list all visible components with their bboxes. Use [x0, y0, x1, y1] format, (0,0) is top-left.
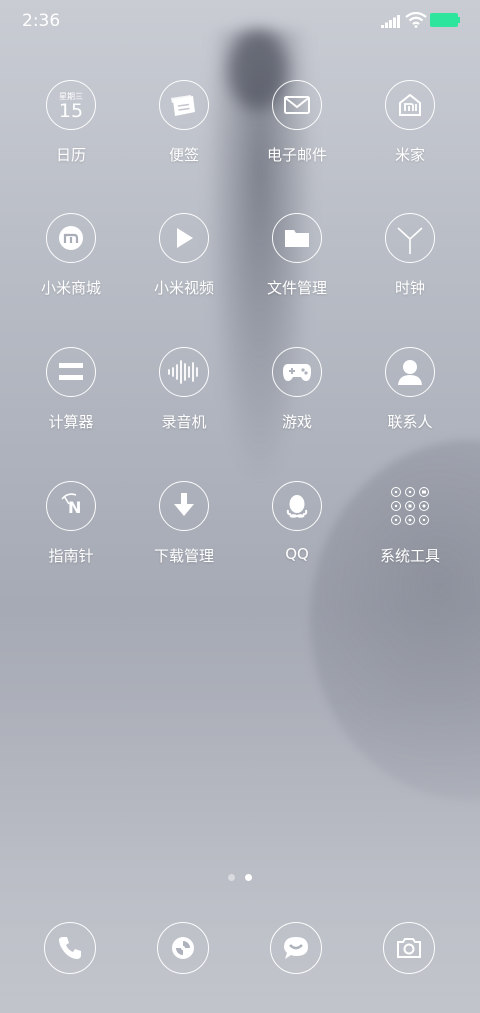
dock-phone[interactable] [15, 922, 125, 974]
app-calculator[interactable]: 计算器 [16, 347, 126, 432]
app-compass[interactable]: N 指南针 [16, 481, 126, 566]
app-recorder[interactable]: 录音机 [129, 347, 239, 432]
dock-browser[interactable] [128, 922, 238, 974]
app-downloads[interactable]: 下载管理 [129, 481, 239, 566]
app-label: 米家 [394, 146, 425, 164]
phone-icon [44, 922, 96, 974]
video-play-icon [159, 213, 209, 263]
status-time: 2:36 [22, 11, 61, 31]
dock-camera[interactable] [354, 922, 464, 974]
gamepad-icon [272, 347, 322, 397]
app-label: 系统工具 [379, 547, 440, 565]
calendar-icon: 星期三 15 [46, 80, 96, 130]
calculator-icon [46, 347, 96, 397]
app-label: 日历 [55, 146, 86, 164]
folder-grid-icon [385, 481, 435, 531]
page-dot-1[interactable] [228, 874, 235, 881]
app-label: 文件管理 [266, 279, 327, 297]
app-label: 时钟 [394, 279, 425, 297]
messages-icon [270, 922, 322, 974]
camera-icon [383, 922, 435, 974]
wifi-icon [405, 12, 427, 28]
app-file-manager[interactable]: 文件管理 [242, 213, 352, 298]
page-dot-2-active[interactable] [245, 874, 252, 881]
dock-messages[interactable] [241, 922, 351, 974]
app-label: 电子邮件 [266, 146, 327, 164]
compass-letter: N [68, 498, 82, 517]
download-icon [159, 481, 209, 531]
notes-icon [159, 80, 209, 130]
app-label: 小米视频 [153, 279, 214, 297]
app-calendar[interactable]: 星期三 15 日历 [16, 80, 126, 165]
app-contacts[interactable]: 联系人 [355, 347, 465, 432]
contacts-icon [385, 347, 435, 397]
app-label: QQ [285, 545, 309, 563]
app-label: 游戏 [281, 413, 312, 431]
app-label: 计算器 [48, 413, 94, 431]
app-mi-video[interactable]: 小米视频 [129, 213, 239, 298]
recorder-icon [159, 347, 209, 397]
status-bar: 2:36 [0, 0, 480, 44]
battery-icon [430, 13, 460, 27]
app-label: 小米商城 [40, 279, 101, 297]
app-label: 录音机 [161, 413, 207, 431]
app-notes[interactable]: 便签 [129, 80, 239, 165]
app-clock[interactable]: 时钟 [355, 213, 465, 298]
mail-icon [272, 80, 322, 130]
app-label: 便签 [168, 146, 199, 164]
mi-store-icon [46, 213, 96, 263]
compass-icon: N [46, 481, 96, 531]
app-mijia[interactable]: 米家 [355, 80, 465, 165]
app-qq[interactable]: QQ [242, 481, 352, 563]
qq-icon [272, 481, 322, 531]
browser-icon [157, 922, 209, 974]
app-system-tools[interactable]: 系统工具 [355, 481, 465, 566]
mijia-icon [385, 80, 435, 130]
folder-icon [272, 213, 322, 263]
app-email[interactable]: 电子邮件 [242, 80, 352, 165]
app-label: 下载管理 [153, 547, 214, 565]
calendar-day: 15 [58, 99, 84, 122]
app-label: 指南针 [48, 547, 94, 565]
app-games[interactable]: 游戏 [242, 347, 352, 432]
app-mi-store[interactable]: 小米商城 [16, 213, 126, 298]
clock-icon [385, 213, 435, 263]
page-indicator [0, 874, 480, 881]
cellular-signal-icon [381, 15, 400, 28]
app-label: 联系人 [387, 413, 433, 431]
